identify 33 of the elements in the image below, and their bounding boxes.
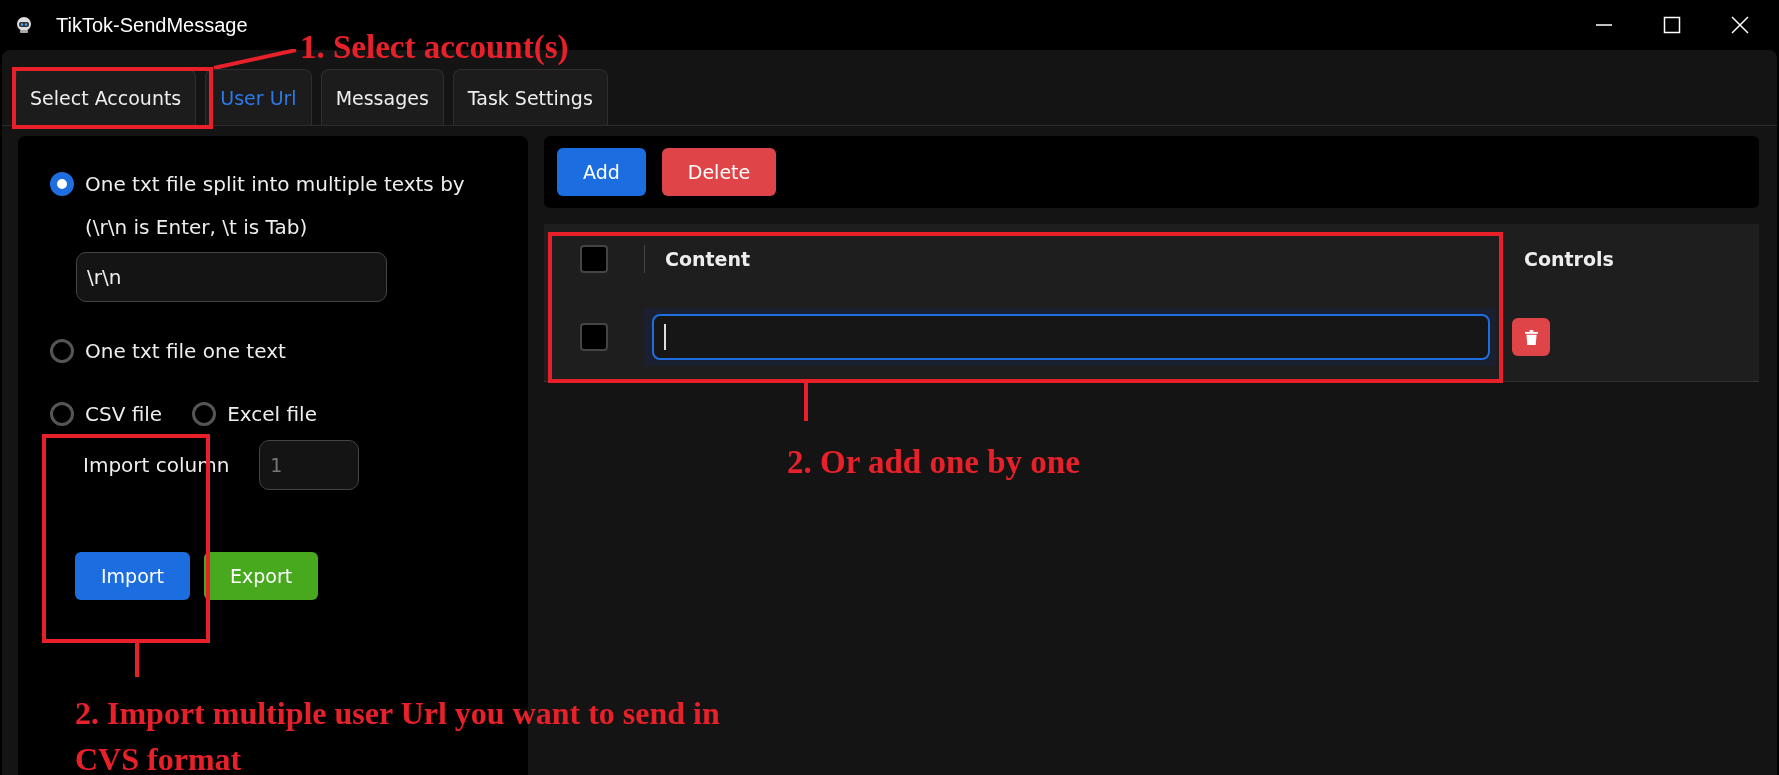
option-label: One txt file split into multiple texts by [85, 172, 465, 196]
checkbox[interactable] [580, 323, 608, 351]
radio-button[interactable] [50, 402, 74, 426]
tab[interactable]: Messages [320, 69, 444, 125]
import-panel-button[interactable]: Export [204, 552, 319, 600]
close-icon[interactable] [1731, 16, 1749, 34]
option-label: One txt file one text [85, 339, 286, 363]
column-header: Controls [1523, 248, 1614, 270]
content-field[interactable] [652, 314, 1490, 360]
import-panel-button[interactable]: Import [75, 552, 191, 600]
tab[interactable]: Select Accounts [15, 69, 197, 125]
maximize-icon[interactable] [1663, 16, 1681, 34]
checkbox[interactable] [580, 245, 608, 273]
radio-button[interactable] [192, 402, 217, 426]
column-header: Content [664, 248, 752, 270]
column-field[interactable]: 1 [259, 440, 360, 490]
toolbar-button[interactable]: Delete [661, 148, 777, 196]
option-label: Excel file [227, 402, 317, 426]
toolbar-button[interactable]: Add [557, 148, 646, 196]
tab[interactable]: Task Settings [452, 69, 608, 125]
delete-button[interactable] [1512, 318, 1550, 356]
annotation-text: 1. Select account(s) [300, 28, 569, 67]
option-hint: (\r\n is Enter, \t is Tab) [85, 215, 309, 239]
annotation-text: 2. Or add one by one [787, 443, 1080, 482]
radio-button[interactable] [50, 172, 74, 196]
robot-icon [14, 15, 34, 35]
option-label: CSV file [85, 402, 163, 426]
separator-field[interactable]: \r\n [76, 252, 387, 302]
tab[interactable]: User Url [205, 69, 312, 125]
window-title: TikTok-SendMessage [56, 13, 248, 37]
trash-icon [1524, 329, 1538, 345]
radio-button[interactable] [50, 339, 74, 363]
annotation-text: 2. Import multiple user Url you want to send in CVS format [75, 694, 721, 775]
